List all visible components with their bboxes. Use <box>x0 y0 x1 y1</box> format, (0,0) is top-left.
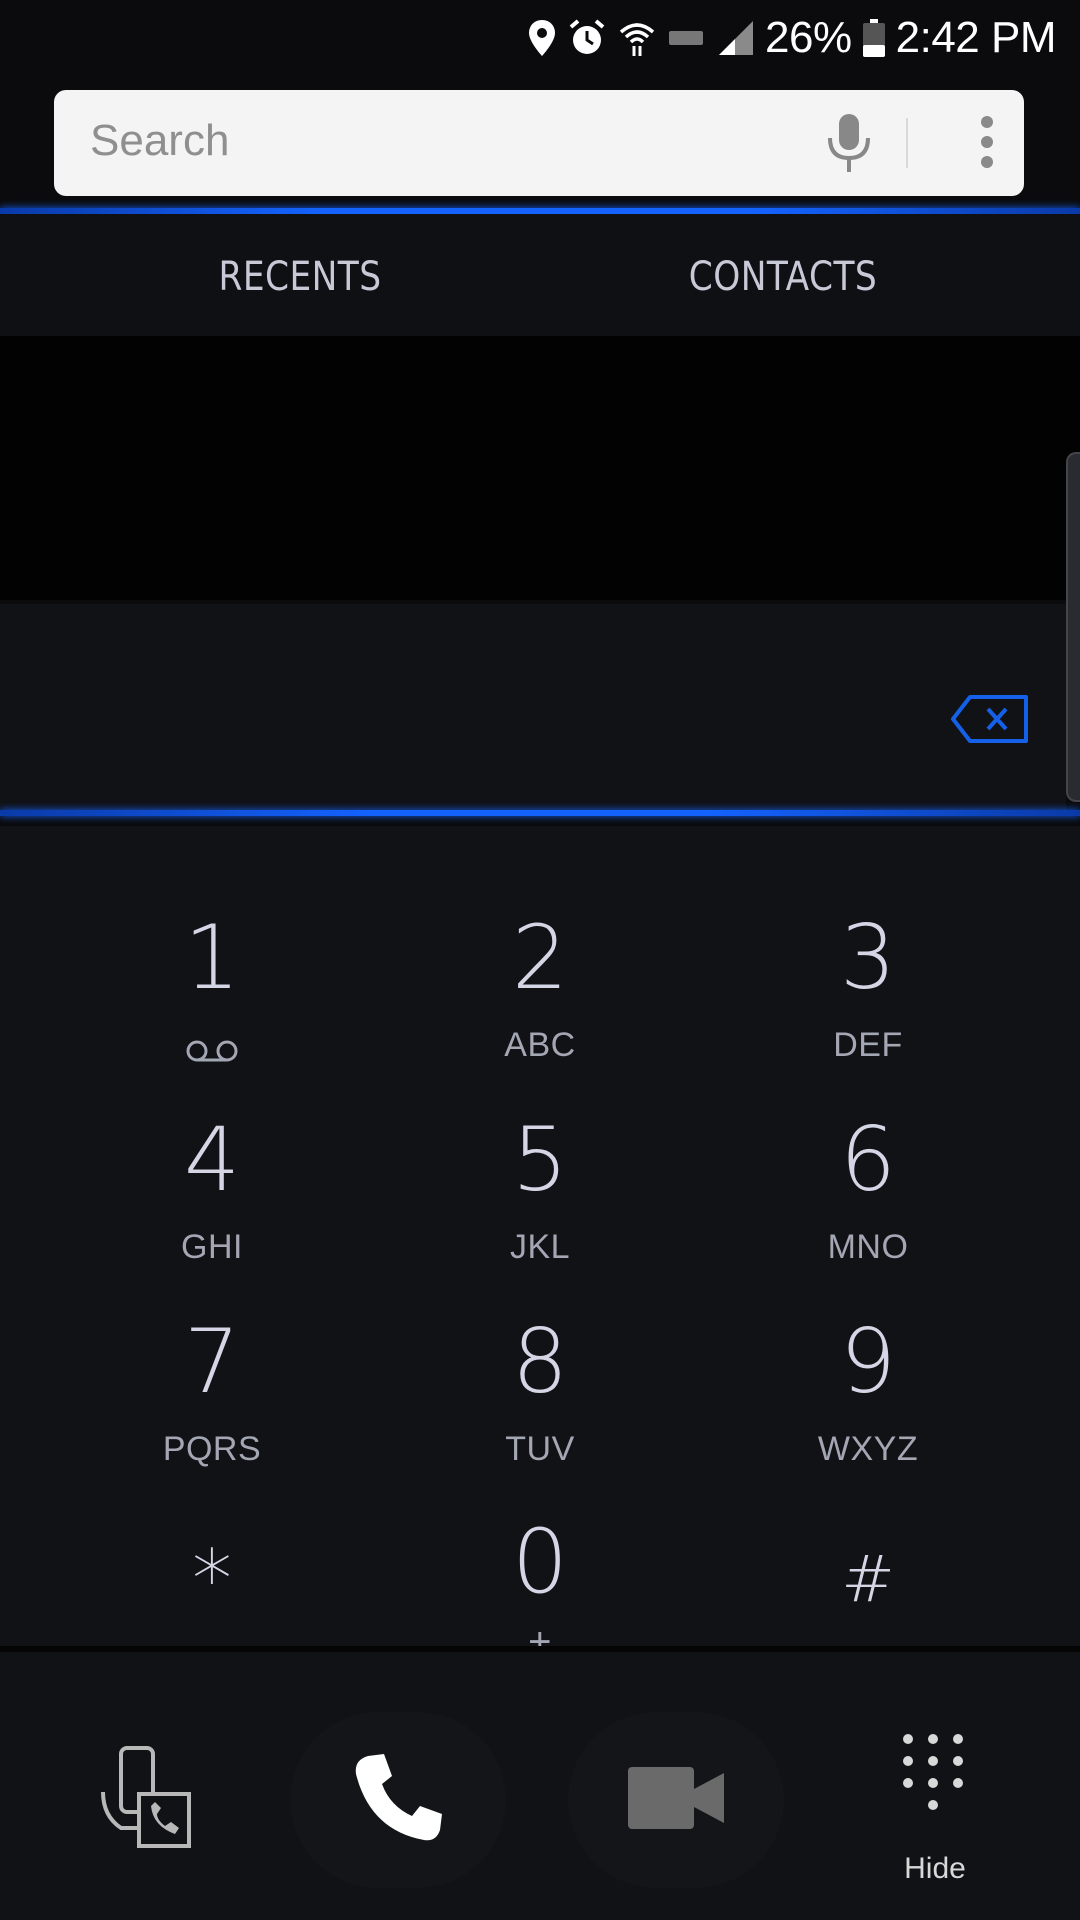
key-hash[interactable]: # <box>718 1490 1018 1670</box>
search-placeholder: Search <box>90 116 230 165</box>
hide-keypad-label[interactable]: Hide <box>860 1852 1010 1886</box>
battery-icon <box>862 18 886 58</box>
lte-icon <box>667 23 707 53</box>
key-8[interactable]: 8 TUV <box>390 1290 690 1470</box>
alarm-icon <box>567 18 607 58</box>
key-5[interactable]: 5 JKL <box>390 1088 690 1268</box>
key-digit: 7 <box>184 1310 240 1413</box>
key-digit: 5 <box>512 1108 568 1211</box>
tab-recents[interactable]: RECENTS <box>197 254 403 300</box>
key-1[interactable]: 1 <box>62 886 362 1066</box>
keypad-grid-icon[interactable] <box>893 1726 973 1826</box>
key-digit: 4 <box>184 1108 240 1211</box>
key-3[interactable]: 3 DEF <box>718 886 1018 1066</box>
key-digit: 1 <box>184 906 240 1009</box>
call-button[interactable] <box>290 1712 506 1888</box>
key-digit: * <box>192 1533 232 1626</box>
key-letters: GHI <box>181 1228 243 1266</box>
dial-number-field[interactable] <box>0 604 1066 810</box>
edge-panel-handle[interactable] <box>1066 452 1080 802</box>
key-digit: 9 <box>840 1310 896 1413</box>
search-input[interactable]: Search <box>54 90 1024 196</box>
video-call-button[interactable] <box>568 1712 784 1888</box>
backspace-icon[interactable] <box>950 694 1030 744</box>
key-9[interactable]: 9 WXYZ <box>718 1290 1018 1470</box>
key-letters: MNO <box>827 1228 909 1266</box>
more-vert-icon[interactable] <box>972 108 1002 178</box>
key-letters: TUV <box>505 1430 575 1468</box>
dial-keypad: 1 2 ABC 3 DEF 4 GHI 5 JKL 6 MNO 7 PQRS 8… <box>0 826 1080 1664</box>
tab-contacts[interactable]: CONTACTS <box>680 254 886 300</box>
key-letters: PQRS <box>162 1430 262 1468</box>
key-digit: 3 <box>840 906 896 1009</box>
key-letters: ABC <box>504 1026 576 1064</box>
key-4[interactable]: 4 GHI <box>62 1088 362 1268</box>
wifi-icon <box>617 18 657 58</box>
voicemail-icon <box>182 1036 242 1071</box>
key-digit: 6 <box>840 1108 896 1211</box>
search-divider <box>906 118 908 168</box>
status-bar: 26% 2:42 PM <box>0 0 1080 76</box>
key-digit: # <box>841 1543 895 1617</box>
key-star[interactable]: * <box>62 1490 362 1670</box>
key-digit: 8 <box>512 1310 568 1413</box>
key-letters: JKL <box>509 1228 571 1266</box>
key-letters: WXYZ <box>817 1430 919 1468</box>
signal-icon <box>717 19 755 57</box>
accent-line <box>0 810 1080 816</box>
key-digit: 2 <box>512 906 568 1009</box>
key-digit: 0 <box>512 1510 568 1613</box>
key-7[interactable]: 7 PQRS <box>62 1290 362 1470</box>
battery-percent: 26% <box>765 13 852 62</box>
suggestion-area <box>0 336 1080 600</box>
video-camera-icon <box>626 1765 726 1836</box>
mic-icon[interactable] <box>816 110 882 176</box>
key-letters: DEF <box>833 1026 903 1064</box>
tab-bar: RECENTS CONTACTS <box>0 214 1080 336</box>
key-0[interactable]: 0 + <box>390 1490 690 1670</box>
key-6[interactable]: 6 MNO <box>718 1088 1018 1268</box>
action-bar: Hide <box>0 1652 1080 1920</box>
phone-icon <box>350 1750 446 1851</box>
key-2[interactable]: 2 ABC <box>390 886 690 1066</box>
clock: 2:42 PM <box>895 13 1057 62</box>
location-icon <box>527 18 557 58</box>
call-history-icon[interactable] <box>96 1742 196 1852</box>
